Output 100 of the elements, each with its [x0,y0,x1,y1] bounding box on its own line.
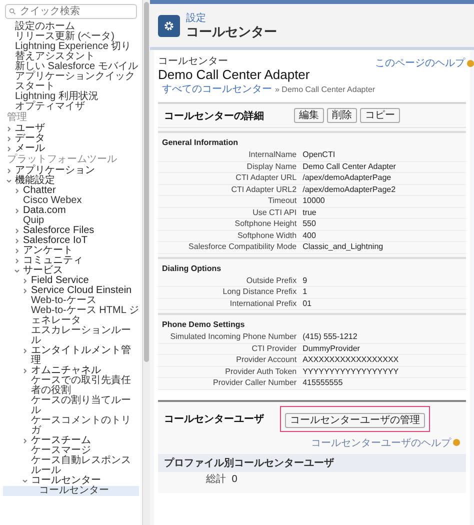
sidebar-item[interactable]: サービス [3,266,139,276]
sidebar-item[interactable]: Salesforce Files [3,226,139,236]
sidebar-item[interactable]: エンタイトルメント管理 [3,346,139,366]
help-icon [467,60,474,66]
sidebar-item[interactable]: Lightning 利用状況 [3,92,139,102]
record-title: Demo Call Center Adapter [158,67,311,82]
field-value: OpenCTI [302,150,336,160]
sidebar-item[interactable]: アプリケーション [3,166,139,176]
breadcrumb-text: » Demo Call Center Adapter [275,85,376,94]
sidebar-item[interactable]: オムニチャネル [3,366,139,376]
sidebar-item[interactable]: Data.com [3,206,139,216]
sidebar-item[interactable]: 設定のホーム [3,22,139,32]
field-label: Long Distance Prefix [222,287,297,298]
panel-title: コールセンターユーザ [164,412,264,426]
sidebar-item[interactable]: ユーザ [3,124,139,134]
search-field[interactable]: クイック検索 [5,4,137,19]
field-label: CTI Provider [250,344,297,354]
chevron-icon [22,438,28,444]
field-value: AXXXXXXXXXXXXXXXXX [302,355,399,366]
field-label: Timeout [266,196,297,206]
field-value: YYYYYYYYYYYYYYYYYY [302,366,399,377]
scrollbar[interactable] [142,0,150,525]
field-label: Use CTI API [252,208,297,218]
gear-icon [158,15,180,37]
sidebar-item[interactable]: Service Cloud Einstein [3,286,139,296]
help-link[interactable]: このページのヘルプ [375,56,466,70]
field-value: 01 [302,298,312,309]
sidebar-item[interactable]: Chatter [3,186,139,196]
sidebar-section-heading: プラットフォームツール [6,154,118,165]
field-value: (415) 555-1212 [302,332,358,342]
search-icon [9,8,16,15]
help-link[interactable]: コールセンターユーザのヘルプ [311,436,451,450]
field-label: Provider Caller Number [212,378,297,388]
field-label: Salesforce Compatibility Mode [188,242,297,252]
help-icon [453,439,460,446]
sidebar-item[interactable]: Field Service [3,276,139,286]
sidebar-item[interactable]: エスカレーションルール [3,326,139,346]
sidebar-item[interactable]: Lightning Experience 切り替えアシスタント [3,42,139,62]
sidebar-item[interactable]: 新しい Salesforce モバイルアプリケーションクイックスタート [3,62,139,92]
sidebar-item[interactable]: Cisco Webex [3,196,139,206]
sidebar-item[interactable]: コールセンター [3,486,139,496]
field-label: InternalName [248,150,297,160]
sidebar-item[interactable]: ケースマージ [3,446,139,456]
field-value: Classic_and_Lightning [302,242,384,252]
field-label: Provider Auth Token [224,366,297,377]
field-value: 400 [302,230,316,241]
section-heading: General Information [158,131,466,150]
manage-users-button[interactable]: コールセンターユーザの管理 [285,412,425,428]
field-label: CTI Adapter URL [234,173,297,184]
action-button[interactable]: 削除 [327,108,357,123]
field-label: Softphone Width [236,230,297,241]
field-value: 1 [302,287,308,298]
section-heading: Phone Demo Settings [158,313,466,332]
sidebar-item[interactable]: Web-to-ケース HTML ジェネレータ [3,306,139,326]
action-button[interactable]: 編集 [294,108,324,123]
sidebar-item[interactable]: ケースコメントのトリガ [3,416,139,436]
field-label: 総計 [204,474,226,485]
sidebar-item[interactable]: ケース自動レスポンスルール [3,456,139,476]
field-value: 0 [232,474,238,485]
sidebar-item[interactable]: データ [3,134,139,144]
chevron-icon [22,348,28,354]
sidebar-item[interactable]: リリース更新 (ベータ) [3,32,139,42]
sidebar-item[interactable]: ケースチーム [3,436,139,446]
field-value: 550 [302,219,316,230]
field-value: 9 [302,276,308,286]
breadcrumb-link[interactable]: すべてのコールセンター [162,82,272,96]
sidebar-item[interactable]: Web-to-ケース [3,296,139,306]
breadcrumb-link[interactable]: 設定 [186,13,277,24]
field-value: /apex/demoAdapterPage [302,173,392,184]
field-label: Softphone Height [234,219,297,230]
field-label: Display Name [246,162,297,172]
field-label: Provider Account [235,355,297,366]
field-value: 10000 [302,196,325,206]
field-value: /apex/demoAdapterPage2 [302,184,396,195]
field-label: International Prefix [228,298,297,309]
sidebar-section-heading: 管理 [6,112,28,124]
chevron-icon [14,208,20,214]
panel-title: コールセンターの詳細 [164,110,264,122]
action-button[interactable]: コピー [360,108,400,123]
field-value: true [302,208,316,218]
sidebar-item[interactable]: ケースでの取引先責任者の役割 [3,376,139,396]
subsection-heading: プロファイル別コールセンターユーザ [158,454,466,472]
sidebar-item[interactable]: メール [3,144,139,154]
sidebar-item[interactable]: ケースの割り当てルール [3,396,139,416]
sidebar-item[interactable]: Quip [3,216,139,226]
record-type-label: コールセンター [158,56,229,67]
sidebar-item[interactable]: アンケート [3,246,139,256]
section-heading: Dialing Options [158,256,466,276]
sidebar-item[interactable]: オプティマイザ [3,102,139,112]
sidebar-item[interactable]: コールセンター [3,476,139,486]
sidebar-item[interactable]: Salesforce IoT [3,236,139,246]
field-label: CTI Adapter URL2 [230,184,297,195]
chevron-icon [22,478,28,484]
field-label: Outside Prefix [245,276,297,286]
field-value: 415555555 [302,378,343,388]
page-title: コールセンター [186,24,277,39]
sidebar-item[interactable]: コミュニティ [3,256,139,266]
field-value: DummyProvider [302,344,360,354]
field-label: Simulated Incoming Phone Number [169,332,297,342]
sidebar-item[interactable]: 機能設定 [3,176,139,186]
